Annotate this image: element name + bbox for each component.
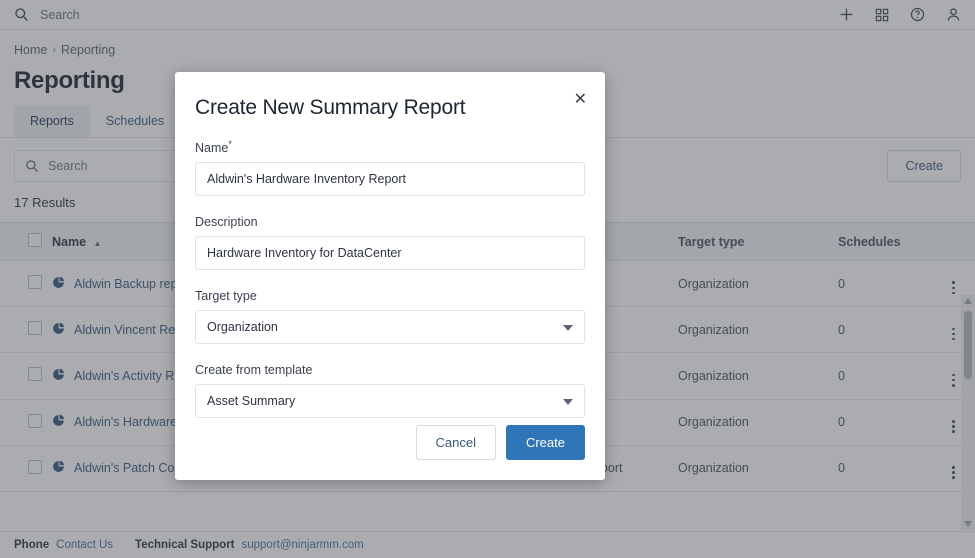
field-description-label: Description [195,215,258,230]
close-icon[interactable]: ✕ [574,92,587,108]
name-input[interactable] [195,162,585,197]
field-description: Description [195,215,585,271]
field-template: Create from template Asset Summary [195,363,585,419]
chevron-down-icon [563,325,573,332]
template-selected-value: Asset Summary [207,394,296,409]
template-select[interactable]: Asset Summary [195,384,585,419]
create-summary-report-modal: Create New Summary Report ✕ Name* Descri… [175,72,605,480]
description-input[interactable] [195,236,585,271]
chevron-down-icon [563,399,573,406]
field-name-label-text: Name [195,141,229,156]
app-root: Search Home › Reporting Reporting Report… [0,0,975,558]
field-target-type-label: Target type [195,289,257,304]
field-target-type: Target type Organization [195,289,585,345]
target-type-select[interactable]: Organization [195,310,585,345]
create-button[interactable]: Create [505,425,585,460]
required-asterisk: * [228,139,232,149]
field-template-label: Create from template [195,363,313,378]
target-type-selected-value: Organization [207,320,278,335]
cancel-button[interactable]: Cancel [415,425,496,460]
modal-title: Create New Summary Report [195,96,466,119]
field-name-label: Name* [195,139,585,155]
modal-actions: Cancel Create [415,425,585,460]
field-name: Name* [195,139,585,197]
